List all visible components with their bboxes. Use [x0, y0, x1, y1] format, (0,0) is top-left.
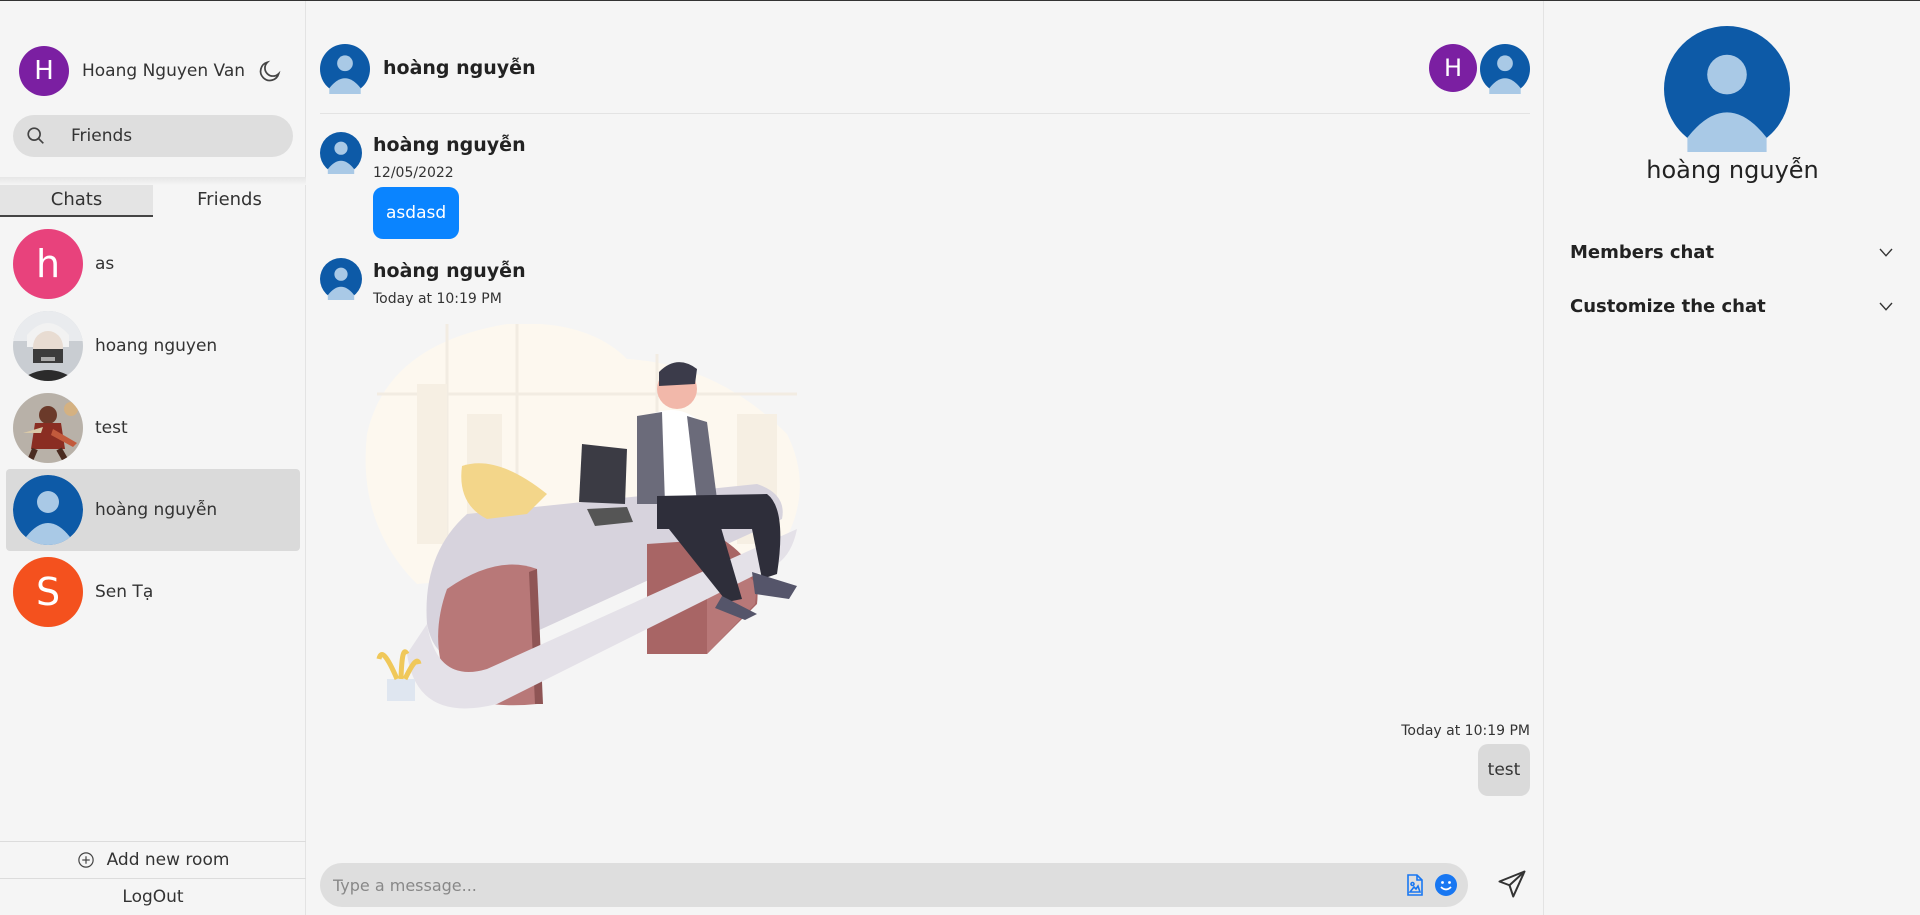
plus-circle-icon	[77, 852, 94, 868]
friend-item[interactable]: S Sen Tạ	[6, 551, 300, 633]
logout-button[interactable]: LogOut	[0, 878, 306, 915]
friend-avatar: S	[13, 557, 83, 627]
message-time: Today at 10:19 PM	[373, 291, 502, 307]
chevron-down-icon	[1879, 248, 1893, 257]
friend-item[interactable]: hoang nguyen	[6, 305, 300, 387]
sidebar: H Hoang Nguyen Van Chats Friends h as	[0, 1, 306, 915]
chat-title: hoàng nguyễn	[383, 57, 536, 79]
customize-chat-section[interactable]: Customize the chat	[1570, 291, 1895, 321]
chat-info-panel: hoàng nguyễn Members chat Customize the …	[1543, 1, 1920, 915]
friend-avatar: h	[13, 229, 83, 299]
friend-list: h as hoang nguyen test hoàng nguyễn S Se…	[6, 223, 300, 633]
friend-avatar-photo	[13, 311, 83, 381]
section-label: Customize the chat	[1570, 295, 1766, 317]
member-avatar[interactable]: H	[1429, 44, 1477, 92]
default-person-avatar	[13, 475, 83, 545]
moon-icon[interactable]	[257, 58, 283, 84]
message-composer	[320, 863, 1468, 907]
add-room-button[interactable]: Add new room	[0, 841, 306, 878]
current-user-name: Hoang Nguyen Van	[82, 61, 246, 81]
message-input[interactable]	[333, 875, 1333, 895]
friend-name: hoàng nguyễn	[95, 500, 218, 520]
friend-name: as	[95, 254, 115, 274]
search-box	[13, 115, 293, 157]
emoji-icon[interactable]	[1434, 873, 1458, 897]
friend-item-selected[interactable]: hoàng nguyễn	[6, 469, 300, 551]
member-avatar[interactable]	[1480, 44, 1530, 94]
sidebar-divider	[0, 177, 306, 185]
sidebar-tabs: Chats Friends	[0, 185, 306, 217]
chat-avatar[interactable]	[320, 44, 370, 94]
add-room-label: Add new room	[106, 850, 230, 870]
friend-item[interactable]: h as	[6, 223, 300, 305]
sender-name: hoàng nguyễn	[373, 260, 526, 282]
info-name: hoàng nguyễn	[1646, 156, 1819, 184]
message-bubble[interactable]: asdasd	[373, 187, 460, 239]
header-members: H	[1426, 44, 1530, 94]
search-icon	[27, 127, 44, 144]
members-chat-section[interactable]: Members chat	[1570, 237, 1895, 267]
section-label: Members chat	[1570, 241, 1715, 263]
friend-name: test	[95, 418, 128, 438]
send-icon[interactable]	[1497, 869, 1527, 899]
search-input[interactable]	[71, 126, 271, 146]
friend-name: Sen Tạ	[95, 582, 154, 602]
tab-chats[interactable]: Chats	[0, 185, 153, 217]
attach-image-icon[interactable]	[1402, 873, 1426, 897]
chat-app: H Hoang Nguyen Van Chats Friends h as	[0, 0, 1920, 915]
message-time: 12/05/2022	[373, 165, 454, 181]
sender-avatar	[320, 132, 362, 174]
chat-header: hoàng nguyễn H	[320, 44, 1530, 114]
current-user: H Hoang Nguyen Van	[19, 46, 295, 96]
chat-area: hoàng nguyễn H hoàng nguyễn 12/05/2022 a…	[307, 1, 1543, 915]
current-user-avatar[interactable]: H	[19, 46, 69, 96]
tab-friends[interactable]: Friends	[153, 185, 306, 217]
friend-name: hoang nguyen	[95, 336, 218, 356]
sender-avatar	[320, 258, 362, 300]
sidebar-footer: Add new room LogOut	[0, 841, 306, 915]
my-message-time: Today at 10:19 PM	[1401, 723, 1530, 739]
image-attachment[interactable]	[357, 324, 832, 709]
info-avatar	[1664, 26, 1790, 152]
friend-avatar-photo	[13, 393, 83, 463]
sender-name: hoàng nguyễn	[373, 134, 526, 156]
my-message-bubble[interactable]: test	[1478, 744, 1530, 796]
friend-item[interactable]: test	[6, 387, 300, 469]
chevron-down-icon	[1879, 302, 1893, 311]
